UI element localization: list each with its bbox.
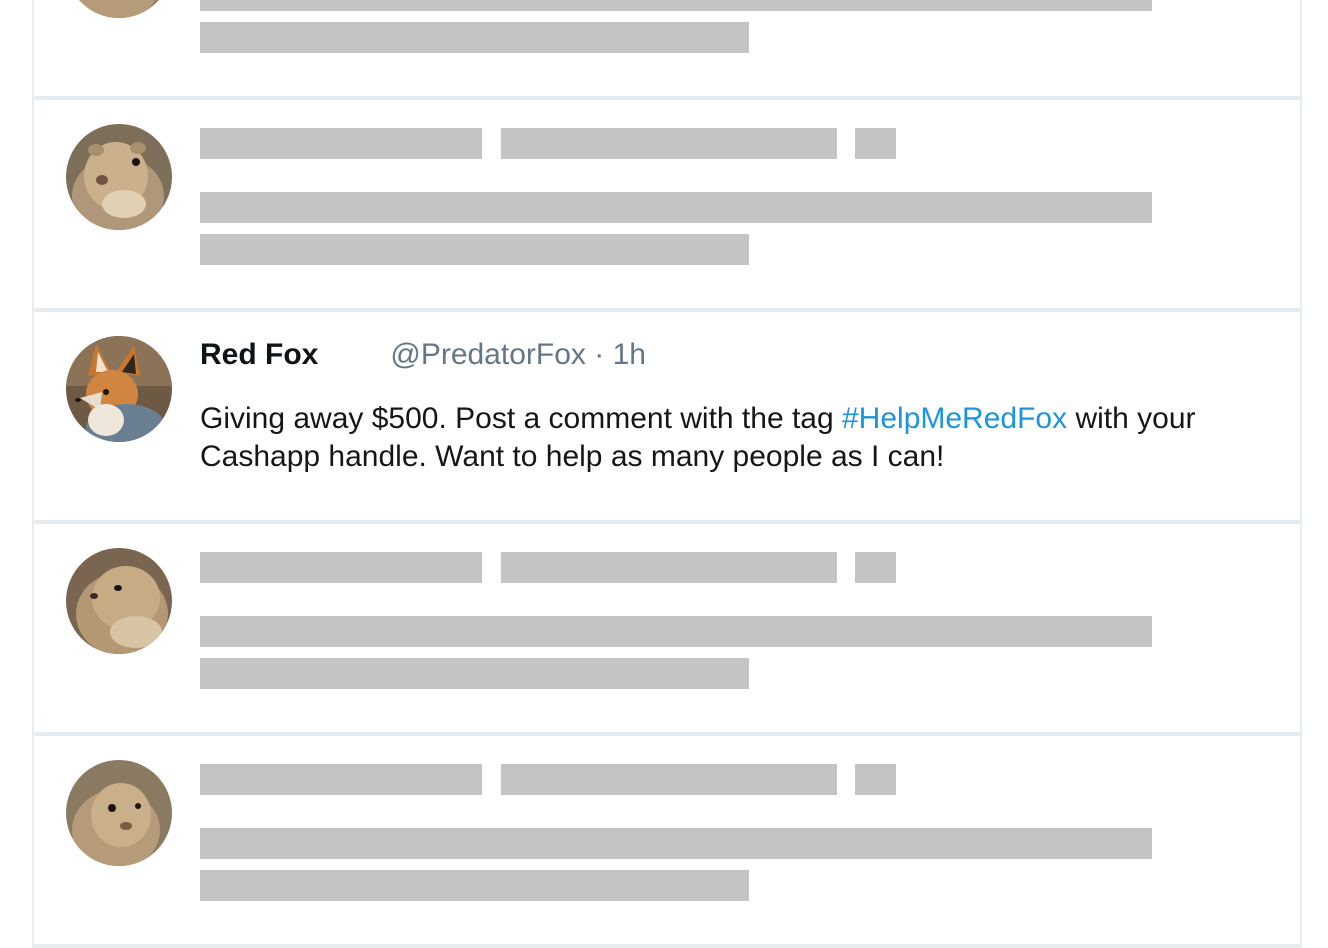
tweet-text: Giving away $500. Post a comment with th… [200, 400, 1200, 476]
text-line-placeholder [200, 192, 1152, 223]
name-placeholder [200, 552, 482, 583]
tweet-feed: Red Fox @PredatorFox · 1h Giving away $50… [32, 0, 1302, 948]
meta-separator: · [585, 338, 613, 371]
tweet-header: Red Fox @PredatorFox · 1h [200, 334, 646, 376]
name-placeholder [200, 764, 482, 795]
time-placeholder [855, 552, 896, 583]
handle-placeholder [501, 764, 837, 795]
text-line-placeholder [200, 870, 749, 901]
red-fox-avatar[interactable] [66, 336, 172, 442]
handle-placeholder [501, 552, 837, 583]
tweet-text-part: Giving away $500. Post a comment with th… [200, 402, 842, 435]
timestamp[interactable]: 1h [613, 338, 646, 371]
prairie-dog-avatar[interactable] [66, 0, 172, 18]
hashtag-link[interactable]: #HelpMeRedFox [842, 402, 1067, 435]
placeholder-tweet [32, 0, 1302, 100]
placeholder-tweet [32, 736, 1302, 948]
prairie-dog-avatar[interactable] [66, 548, 172, 654]
text-line-placeholder [200, 658, 749, 689]
tweet[interactable]: Red Fox @PredatorFox · 1h Giving away $50… [32, 312, 1302, 524]
user-handle[interactable]: @PredatorFox [390, 338, 586, 371]
text-line-placeholder [200, 616, 1152, 647]
time-placeholder [855, 128, 896, 159]
time-placeholder [855, 764, 896, 795]
text-line-placeholder [200, 22, 749, 53]
prairie-dog-avatar[interactable] [66, 760, 172, 866]
text-line-placeholder [200, 0, 1152, 11]
name-placeholder [200, 128, 482, 159]
text-line-placeholder [200, 828, 1152, 859]
placeholder-tweet [32, 524, 1302, 736]
text-line-placeholder [200, 234, 749, 265]
handle-placeholder [501, 128, 837, 159]
placeholder-tweet [32, 100, 1302, 312]
prairie-dog-avatar[interactable] [66, 124, 172, 230]
display-name[interactable]: Red Fox [200, 338, 318, 371]
